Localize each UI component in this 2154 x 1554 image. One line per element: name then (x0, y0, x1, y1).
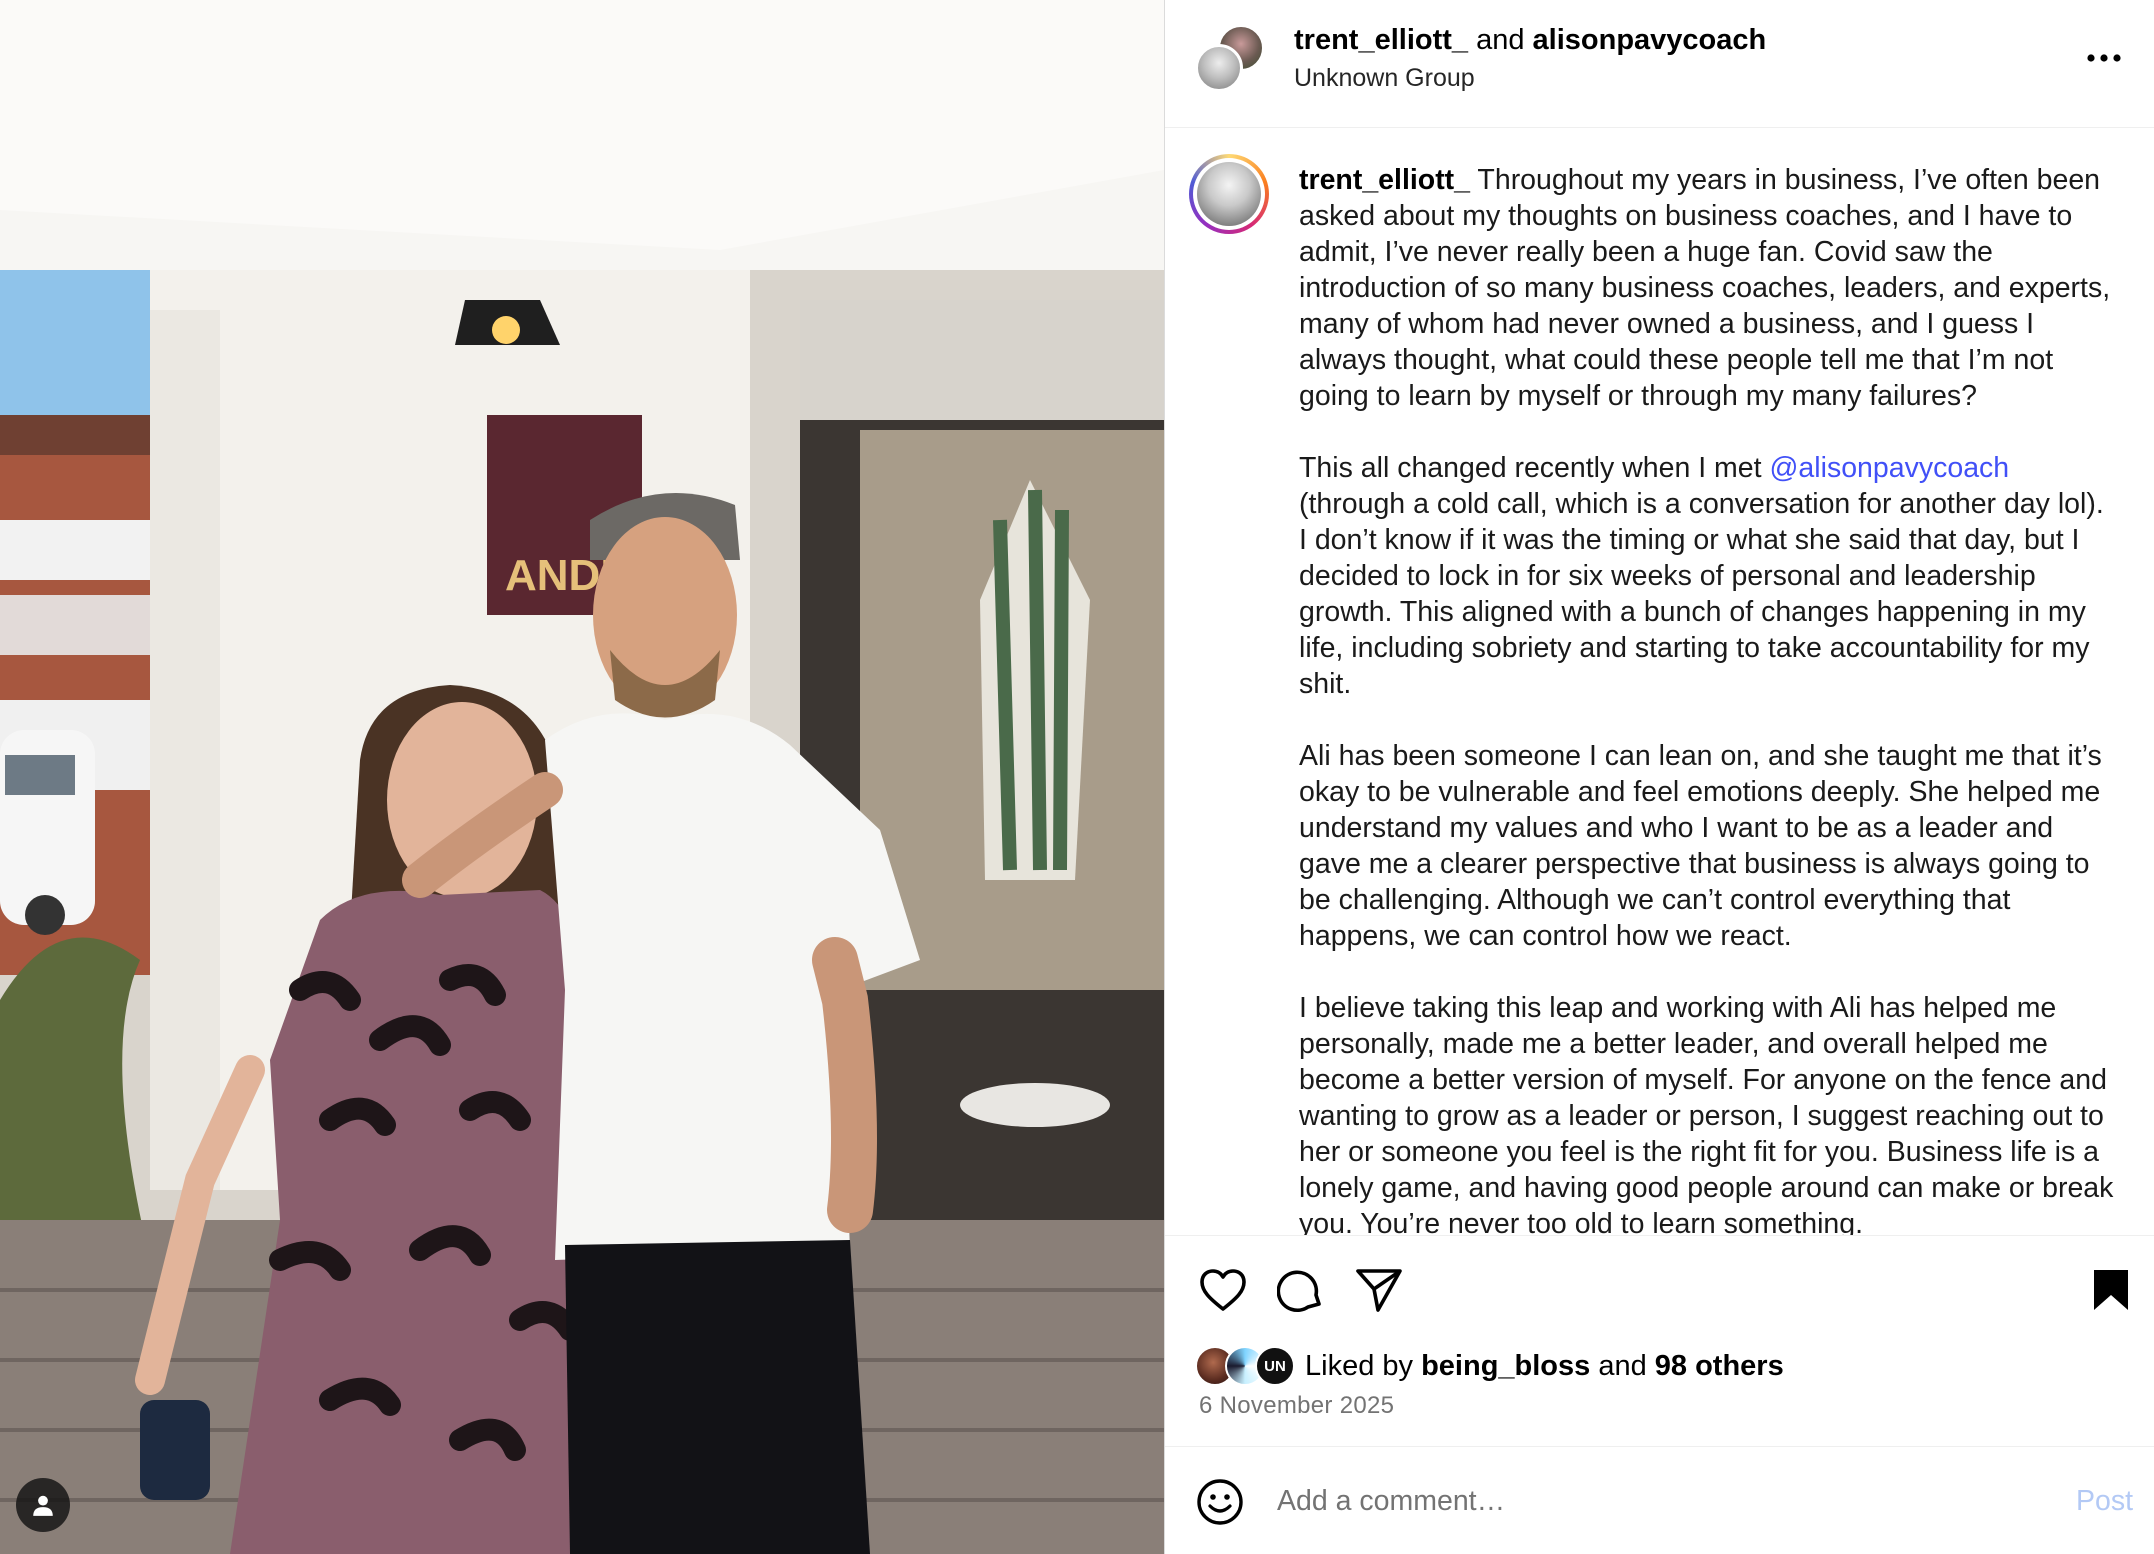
post-photo[interactable]: ANDIE (0, 0, 1164, 1554)
likes-text: Liked by being_bloss and 98 others (1305, 1348, 1784, 1384)
caption-username[interactable]: trent_elliott_ (1299, 164, 1470, 196)
caption-p1-text: Throughout my years in business, I’ve of… (1299, 164, 2111, 412)
like-button[interactable] (1195, 1262, 1251, 1318)
caption-paragraph-1: trent_elliott_ Throughout my years in bu… (1299, 162, 2119, 414)
caption-paragraph-2: This all changed recently when I met @al… (1299, 450, 2119, 702)
post-location[interactable]: Unknown Group (1294, 62, 1475, 94)
likes-summary: UN Liked by being_bloss and 98 others (1195, 1346, 1784, 1386)
save-button[interactable] (2083, 1262, 2139, 1318)
caption-text: trent_elliott_ Throughout my years in bu… (1299, 162, 2119, 1236)
caption-paragraph-3: Ali has been someone I can lean on, and … (1299, 740, 2102, 952)
avatar-trent-elliott[interactable] (1195, 44, 1243, 92)
more-horizontal-icon (2087, 54, 2121, 62)
author-link-1[interactable]: trent_elliott_ (1294, 24, 1468, 56)
caption-p2-post: (through a cold call, which is a convers… (1299, 488, 2104, 700)
emoji-button[interactable] (1195, 1477, 1245, 1527)
bookmark-icon (2094, 1270, 2128, 1310)
smiley-icon (1197, 1479, 1243, 1525)
post-date[interactable]: 6 November 2025 (1199, 1390, 1394, 1422)
heart-icon (1200, 1269, 1246, 1311)
more-options-button[interactable] (2079, 40, 2129, 76)
post-comment-button[interactable]: Post (2076, 1483, 2133, 1519)
collab-avatars[interactable] (1195, 24, 1267, 96)
caption-scroll-area[interactable]: trent_elliott_ Throughout my years in bu… (1165, 128, 2154, 1236)
caption-p2-pre: This all changed recently when I met (1299, 452, 1770, 484)
avatar-image (1197, 162, 1261, 226)
liker-avatars: UN (1195, 1346, 1299, 1386)
post-details-panel: trent_elliott_ and alisonpavycoach Unkno… (1164, 0, 2154, 1554)
post-actions (1165, 1236, 2154, 1348)
caption-avatar[interactable] (1189, 154, 1269, 234)
likes-joiner: and (1590, 1350, 1655, 1382)
mention-link[interactable]: @alisonpavycoach (1770, 452, 2010, 484)
caption-paragraph-4: I believe taking this leap and working w… (1299, 992, 2114, 1236)
post-header: trent_elliott_ and alisonpavycoach Unkno… (1165, 0, 2154, 128)
others-likes-link[interactable]: 98 others (1655, 1350, 1784, 1382)
comment-bar: Post (1165, 1446, 2154, 1554)
post-photo-image: ANDIE (0, 0, 1164, 1554)
authors-joiner: and (1468, 24, 1533, 56)
liker-username-link[interactable]: being_bloss (1421, 1350, 1590, 1382)
liker-avatar: UN (1255, 1346, 1295, 1386)
user-tag-icon (33, 1495, 53, 1516)
post-authors: trent_elliott_ and alisonpavycoach (1294, 22, 1766, 58)
comment-input[interactable] (1277, 1473, 1997, 1529)
author-link-2[interactable]: alisonpavycoach (1533, 24, 1767, 56)
comment-bubble-icon (1277, 1270, 1321, 1313)
likes-prefix: Liked by (1305, 1350, 1422, 1382)
paper-plane-icon (1356, 1269, 1402, 1312)
user-tag-button[interactable] (16, 1478, 70, 1532)
comment-button[interactable] (1273, 1262, 1329, 1318)
share-button[interactable] (1351, 1262, 1407, 1318)
instagram-post-modal: ANDIE trent_elliott_ and alisonpavycoach… (0, 0, 2154, 1554)
